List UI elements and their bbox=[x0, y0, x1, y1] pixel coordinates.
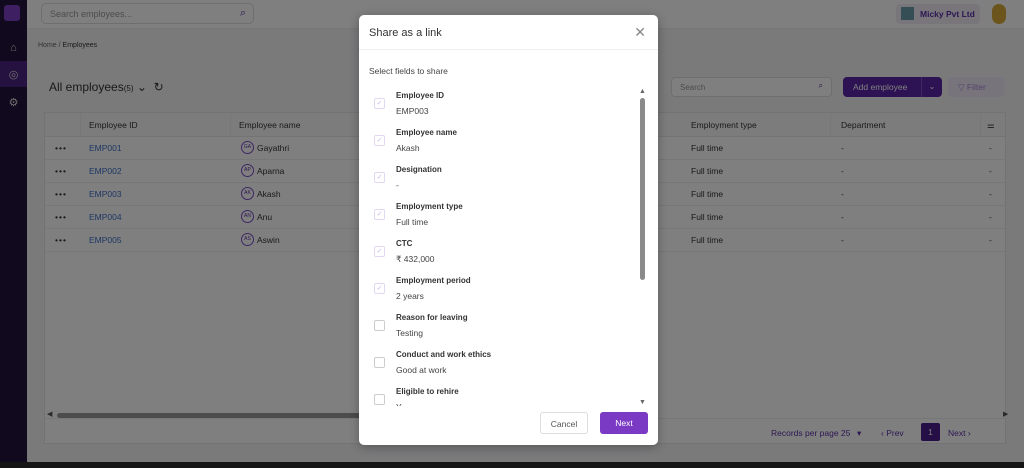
field-value: Akash bbox=[396, 143, 420, 153]
vertical-scrollbar[interactable]: ▲ ▼ bbox=[639, 88, 647, 406]
share-field-item: Eligible to rehire Y bbox=[359, 384, 639, 406]
share-field-item: ✓ Employment type Full time bbox=[359, 199, 639, 236]
field-label: Conduct and work ethics bbox=[396, 350, 492, 359]
modal-subtitle: Select fields to share bbox=[369, 66, 448, 76]
field-value: Y bbox=[396, 402, 402, 406]
field-checkbox[interactable]: ✓ bbox=[374, 172, 385, 183]
field-checkbox[interactable]: ✓ bbox=[374, 98, 385, 109]
field-label: Designation bbox=[396, 165, 442, 174]
field-label: Eligible to rehire bbox=[396, 387, 459, 396]
field-checkbox[interactable] bbox=[374, 357, 385, 368]
share-field-item: ✓ Employee ID EMP003 bbox=[359, 88, 639, 125]
next-button[interactable]: Next bbox=[600, 412, 648, 434]
field-value: Full time bbox=[396, 217, 429, 227]
share-field-item: Conduct and work ethics Good at work bbox=[359, 347, 639, 384]
close-icon[interactable]: ✕ bbox=[634, 24, 646, 41]
field-label: Employment period bbox=[396, 276, 471, 285]
field-label: Employee ID bbox=[396, 91, 445, 100]
field-value: - bbox=[396, 180, 399, 190]
share-link-modal: Share as a link ✕ Select fields to share… bbox=[359, 15, 658, 445]
share-field-item: Reason for leaving Testing bbox=[359, 310, 639, 347]
fields-list: ✓ Employee ID EMP003 ✓ Employee name Akas… bbox=[359, 88, 639, 406]
modal-title: Share as a link bbox=[359, 15, 658, 50]
share-field-item: ✓ Employee name Akash bbox=[359, 125, 639, 162]
field-value: ₹ 432,000 bbox=[396, 254, 435, 264]
field-value: Testing bbox=[396, 328, 423, 338]
scroll-thumb[interactable] bbox=[640, 98, 645, 280]
field-label: CTC bbox=[396, 239, 413, 248]
field-checkbox[interactable] bbox=[374, 320, 385, 331]
field-value: EMP003 bbox=[396, 106, 429, 116]
share-field-item: ✓ CTC ₹ 432,000 bbox=[359, 236, 639, 273]
field-checkbox[interactable]: ✓ bbox=[374, 135, 385, 146]
field-checkbox[interactable] bbox=[374, 394, 385, 405]
scroll-up-icon[interactable]: ▲ bbox=[639, 88, 646, 95]
field-label: Employee name bbox=[396, 128, 457, 137]
field-checkbox[interactable]: ✓ bbox=[374, 283, 385, 294]
scroll-down-icon[interactable]: ▼ bbox=[639, 399, 646, 406]
field-checkbox[interactable]: ✓ bbox=[374, 209, 385, 220]
field-value: 2 years bbox=[396, 291, 424, 301]
field-checkbox[interactable]: ✓ bbox=[374, 246, 385, 257]
share-field-item: ✓ Designation - bbox=[359, 162, 639, 199]
cancel-button[interactable]: Cancel bbox=[540, 412, 588, 434]
share-field-item: ✓ Employment period 2 years bbox=[359, 273, 639, 310]
field-label: Employment type bbox=[396, 202, 463, 211]
field-label: Reason for leaving bbox=[396, 313, 468, 322]
field-value: Good at work bbox=[396, 365, 447, 375]
